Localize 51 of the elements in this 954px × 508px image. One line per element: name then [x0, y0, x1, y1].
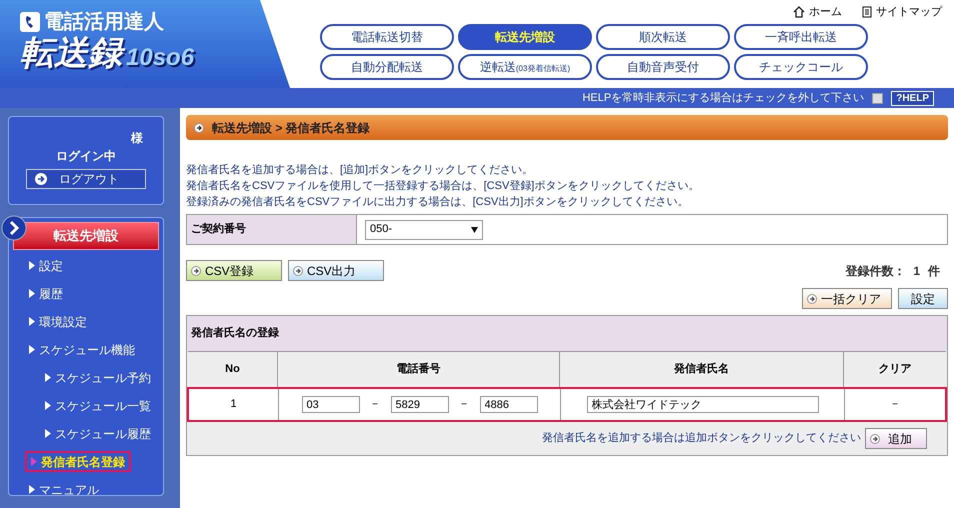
count-unit: 件 — [928, 262, 940, 280]
logo-subtitle: 電話活用達人 — [44, 12, 164, 32]
add-button[interactable]: 追加 — [865, 428, 927, 449]
instruction-text: 発信者氏名をCSVファイルを使用して一括登録する場合は、[CSV登録]ボタンをクリックしてください。 — [186, 179, 700, 194]
clear-all-button[interactable]: 一括クリア — [802, 288, 892, 309]
nav-button[interactable]: 順次転送 — [596, 24, 730, 50]
logo-version: 10so6 — [126, 46, 194, 70]
help-button[interactable]: ?HELP — [891, 90, 934, 106]
phone-field[interactable]: 5829 — [390, 396, 448, 413]
count-label: 登録件数： — [845, 262, 906, 280]
sidebar-item[interactable]: スケジュール機能 — [25, 339, 139, 360]
nav-button[interactable]: 転送先増設 — [458, 24, 592, 50]
sidebar-item[interactable]: 設定 — [25, 255, 67, 276]
breadcrumb: 転送先増設 > 発信者氏名登録 — [212, 120, 370, 136]
nav-button[interactable]: 電話転送切替 — [320, 24, 454, 50]
phone-field[interactable]: 03 — [302, 396, 360, 413]
csv-register-button[interactable]: CSV登録 — [186, 260, 282, 281]
phone-separator: － — [370, 397, 380, 412]
sidebar-item[interactable]: スケジュール予約 — [41, 367, 155, 388]
nav-button[interactable]: 逆転送(03発着信転送) — [458, 54, 592, 80]
csv-export-button[interactable]: CSV出力 — [288, 260, 384, 281]
settings-button[interactable]: 設定 — [898, 288, 948, 309]
sidebar-item[interactable]: スケジュール履歴 — [41, 423, 155, 444]
phone-separator: － — [458, 397, 470, 412]
nav-button[interactable]: チェックコール — [734, 54, 868, 80]
section-title: 転送先増設 — [13, 222, 159, 250]
nav-button[interactable]: 自動分配転送 — [320, 54, 454, 80]
sidebar-item[interactable]: マニュアル — [25, 479, 103, 500]
registration-title: 発信者氏名の登録 — [187, 316, 947, 351]
row-number: 1 — [189, 389, 279, 420]
count-value: 1 — [913, 262, 920, 280]
phone-field[interactable]: 4886 — [480, 396, 538, 413]
sidebar-item[interactable]: 履歴 — [25, 283, 67, 304]
home-link[interactable]: ホーム — [793, 4, 842, 20]
instruction-text: 発信者氏名を追加する場合は、[追加]ボタンをクリックしてください。 — [186, 163, 534, 178]
contract-label: ご契約番号 — [187, 215, 357, 244]
nav-button[interactable]: 一斉呼出転送 — [734, 24, 868, 50]
sidebar-item[interactable]: スケジュール一覧 — [41, 395, 155, 416]
instruction-text: 登録済みの発信者氏名をCSVファイルに出力する場合は、[CSV出力]ボタンをクリックしてください。 — [186, 194, 690, 210]
contract-select[interactable]: 050- — [365, 220, 483, 240]
login-status: ログイン中 — [56, 148, 116, 165]
sidebar-item[interactable]: 環境設定 — [25, 311, 91, 332]
sidebar-item[interactable]: 発信者氏名登録 — [25, 451, 131, 472]
nav-button[interactable]: 自動音声受付 — [596, 54, 730, 80]
sitemap-link[interactable]: サイトマップ — [862, 4, 942, 20]
add-hint: 発信者氏名を追加する場合は追加ボタンをクリックしてください — [542, 431, 861, 446]
help-notice: HELPを常時非表示にする場合はチェックを外して下さい — [582, 90, 864, 106]
logout-button[interactable]: ログアウト — [26, 169, 146, 189]
user-honorific: 様 — [131, 130, 143, 147]
clear-cell-text: － — [888, 397, 902, 412]
caller-name-field[interactable]: 株式会社ワイドテック — [586, 396, 818, 413]
